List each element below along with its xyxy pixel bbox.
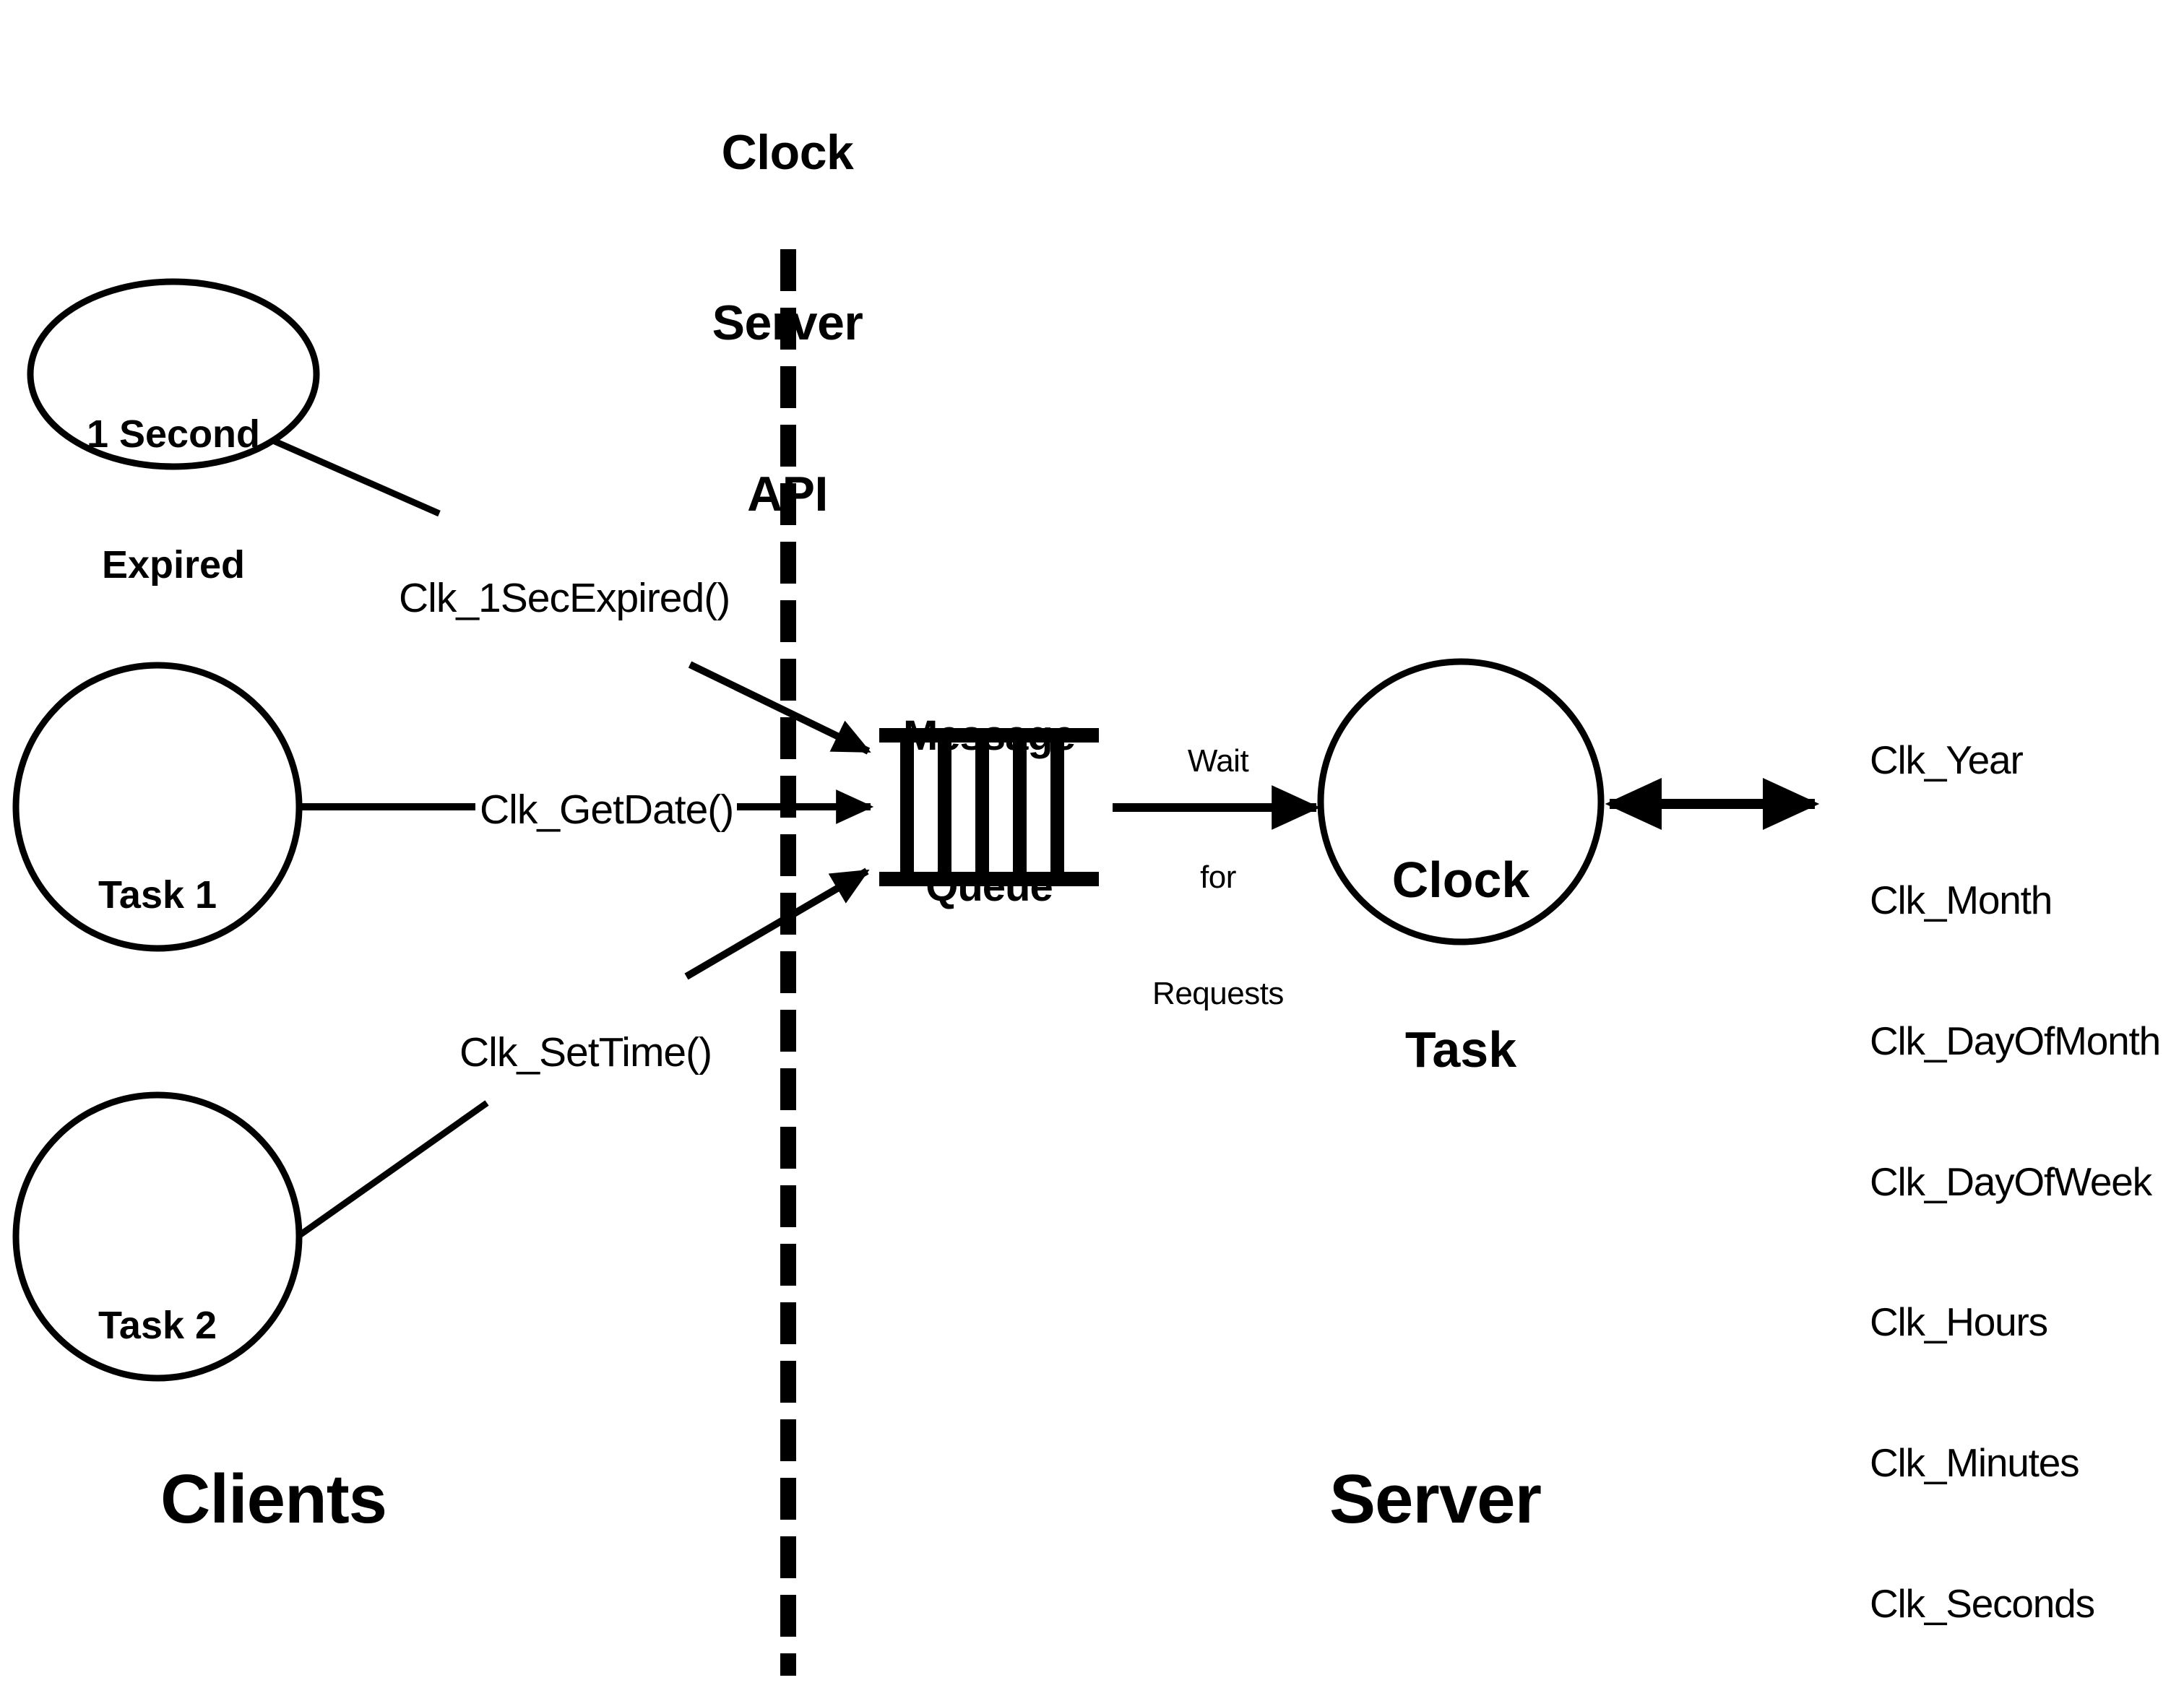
message-queue-title-line-1: Message [902,712,1076,760]
api-boundary-title: Clock Server API [618,10,957,637]
clock-variables-list: Clk_Year Clk_Month Clk_DayOfMonth Clk_Da… [1870,643,2161,1688]
clock-variable-item: Clk_DayOfMonth [1870,1018,2161,1064]
diagram-canvas: Clock Server API 1 Second Expired Clk_1S… [0,0,2184,1688]
message-queue-title: Message Queue [873,610,1105,1013]
task-2-leader [295,1100,489,1239]
one-second-expired-label: 1 Second Expired [29,325,318,675]
clock-variable-item: Clk_Month [1870,878,2053,923]
task-1-line-1: Task 1 [98,873,217,917]
clock-variable-item: Clk_DayOfWeek [1870,1159,2152,1204]
message-queue-title-line-2: Queue [925,862,1053,910]
server-zone-label: Server [1329,1460,1542,1538]
clock-task-line-2: Task [1404,1021,1517,1078]
clk-settime-arrow [684,867,870,980]
clients-zone-label: Clients [160,1460,387,1538]
clock-variable-item: Clk_Minutes [1870,1440,2080,1486]
wait-line-3: Requests [1152,976,1284,1012]
clk-getdate-label: Clk_GetDate() [480,787,734,833]
api-title-line-3: API [747,467,828,521]
clock-task-line-1: Clock [1391,851,1530,908]
clock-variable-item: Clk_Hours [1870,1299,2048,1345]
clock-variable-item: Clk_Seconds [1870,1580,2095,1626]
task-1-label: Task 1 [13,786,302,1004]
clock-task-label: Clock Task [1316,738,1605,1191]
one-second-expired-line-2: Expired [101,543,246,587]
one-second-expired-line-1: 1 Second [86,412,261,456]
clock-variable-item: Clk_Year [1870,737,2024,782]
task-2-line-1: Task 2 [98,1303,217,1347]
api-title-line-1: Clock [721,124,854,180]
api-title-line-2: Server [712,295,863,351]
clk-1secexpired-arrow [688,661,871,755]
clk-1secexpired-label: Clk_1SecExpired() [399,575,730,621]
wait-line-2: for [1200,860,1236,896]
task-2-label: Task 2 [13,1216,302,1434]
wait-for-requests-label: Wait for Requests [1128,665,1308,1091]
clk-settime-label: Clk_SetTime() [459,1029,712,1075]
wait-line-1: Wait [1187,743,1249,779]
